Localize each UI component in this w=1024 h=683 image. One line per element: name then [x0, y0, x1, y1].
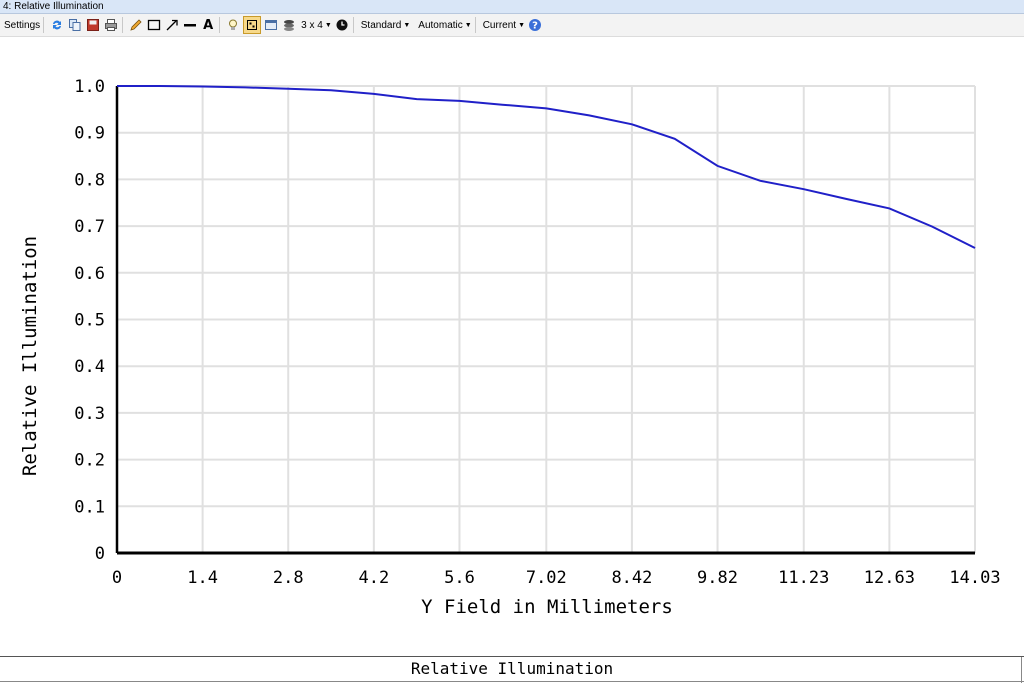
x-tick-label: 11.23 [778, 568, 829, 588]
refresh-icon[interactable] [49, 17, 65, 33]
current-dropdown[interactable]: Current ▼ [483, 20, 525, 31]
y-tick-label: 0.9 [74, 124, 105, 144]
chevron-down-icon: ▼ [464, 21, 472, 29]
y-tick-labels: 0 0.1 0.2 0.3 0.4 0.5 0.6 0.7 0.8 0.9 1.0 [74, 77, 105, 564]
y-tick-label: 0.3 [74, 404, 105, 424]
y-tick-label: 0.6 [74, 264, 105, 284]
settings-button[interactable]: Settings [4, 14, 40, 36]
standard-dropdown[interactable]: Standard ▼ [361, 20, 411, 31]
x-tick-label: 1.4 [187, 568, 218, 588]
chevron-down-icon: ▼ [324, 21, 332, 29]
y-tick-label: 1.0 [74, 77, 105, 97]
x-tick-label: 9.82 [697, 568, 738, 588]
x-tick-label: 14.03 [949, 568, 1000, 588]
window-title: 4: Relative Illumination [3, 1, 104, 12]
print-icon[interactable] [103, 17, 119, 33]
grid-select-icon[interactable] [243, 16, 262, 34]
arrow-icon[interactable] [164, 17, 180, 33]
chart-caption: Relative Illumination [410, 659, 614, 678]
toolbar-separator [352, 17, 354, 33]
x-tick-label: 12.63 [864, 568, 915, 588]
y-tick-label: 0.7 [74, 217, 105, 237]
relative-illumination-chart: 0 0.1 0.2 0.3 0.4 0.5 0.6 0.7 0.8 0.9 1.0 0 1.4 2.8 4… [19, 77, 1001, 618]
y-tick-label: 0.8 [74, 170, 105, 190]
x-tick-label: 8.42 [611, 568, 652, 588]
y-axis-label: Relative Illumination [19, 236, 41, 476]
help-icon[interactable]: ? [527, 17, 543, 33]
svg-text:?: ? [532, 21, 538, 32]
window-title-bar: 4: Relative Illumination [0, 0, 1024, 14]
y-tick-label: 0.4 [74, 357, 105, 377]
y-tick-label: 0.2 [74, 451, 105, 471]
panel-border [1021, 657, 1022, 683]
x-tick-label: 2.8 [273, 568, 304, 588]
standard-label: Standard [360, 19, 402, 31]
text-icon[interactable]: A [200, 17, 216, 33]
x-tick-label: 0 [112, 568, 122, 588]
x-tick-label: 7.02 [526, 568, 567, 588]
x-tick-labels: 0 1.4 2.8 4.2 5.6 7.02 8.42 9.82 11.23 12.63 14.03 [112, 568, 1001, 588]
pencil-icon[interactable] [128, 17, 144, 33]
copy-icon[interactable] [67, 17, 83, 33]
panel-border [0, 681, 1024, 682]
x-tick-label: 5.6 [444, 568, 475, 588]
chevron-down-icon: ▼ [518, 21, 525, 29]
layers-icon[interactable] [281, 17, 297, 33]
y-tick-label: 0.1 [74, 497, 105, 517]
bulb-icon[interactable] [225, 17, 241, 33]
save-icon[interactable] [85, 17, 101, 33]
toolbar-separator [474, 17, 476, 33]
line-icon[interactable] [182, 17, 198, 33]
clock-icon[interactable] [334, 17, 350, 33]
layout-label: 3 x 4 [301, 19, 323, 31]
automatic-dropdown[interactable]: Automatic ▼ [418, 20, 471, 31]
y-tick-label: 0 [95, 544, 105, 564]
automatic-label: Automatic [418, 19, 463, 31]
x-axis-label: Y Field in Millimeters [421, 596, 673, 618]
grid [116, 85, 976, 554]
toolbar-separator [219, 17, 221, 33]
current-label: Current [482, 19, 517, 31]
toolbar-separator [43, 17, 45, 33]
toolbar-separator [122, 17, 124, 33]
layout-dropdown[interactable]: 3 x 4 ▼ [301, 20, 332, 31]
y-tick-label: 0.5 [74, 311, 105, 331]
x-tick-label: 4.2 [358, 568, 389, 588]
toolbar: Settings A 3 x 4 ▼ Standard ▼ Automatic … [0, 14, 1024, 37]
rectangle-icon[interactable] [146, 17, 162, 33]
chevron-down-icon: ▼ [403, 21, 411, 29]
window-icon[interactable] [263, 17, 279, 33]
